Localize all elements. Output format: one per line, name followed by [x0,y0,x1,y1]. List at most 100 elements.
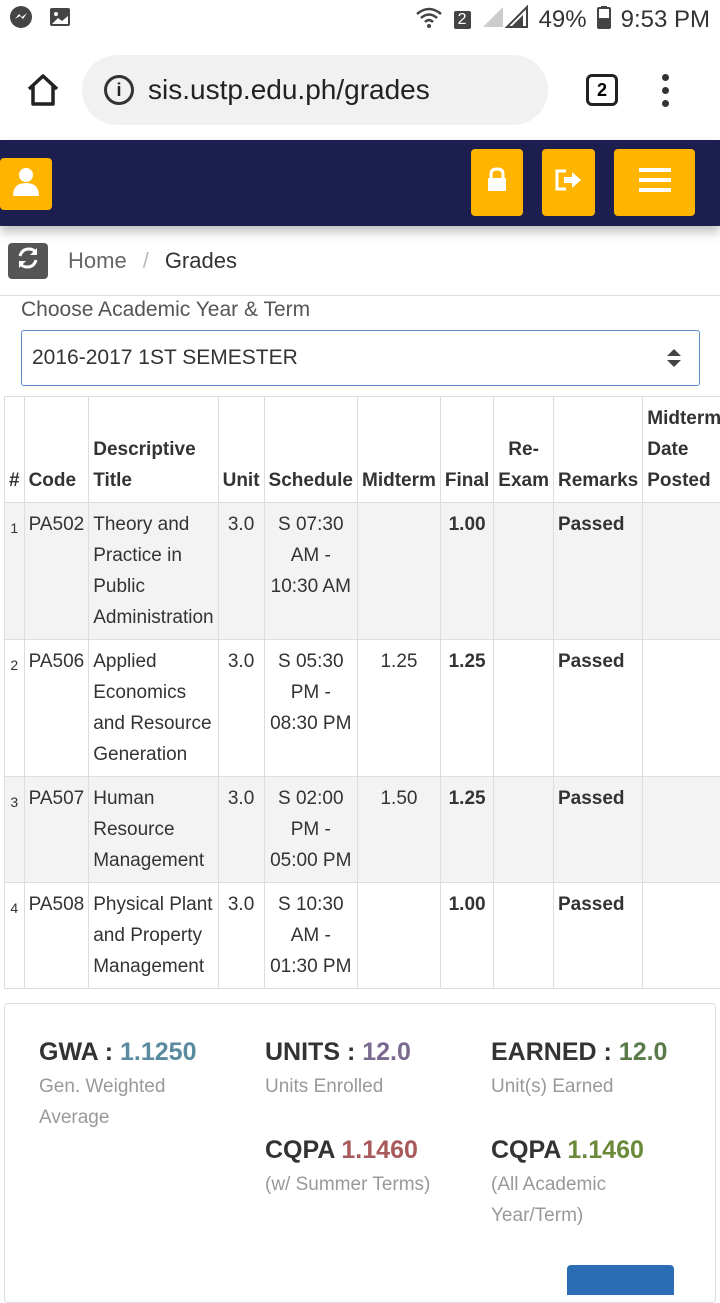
col-header-unit: Unit [218,397,264,503]
cell-midterm: 1.50 [358,777,441,883]
url-text: sis.ustp.edu.ph/grades [148,74,430,106]
gwa-label: GWA : [39,1038,113,1066]
cqpa-summer-caption: (w/ Summer Terms) [265,1169,465,1200]
units-value: 12.0 [362,1038,411,1066]
earned-label: EARNED : [491,1038,612,1066]
cell-midterm-date [643,883,720,989]
cqpa-summer-label: CQPA [265,1136,334,1164]
wifi-icon [414,5,444,36]
cell-num: 4 [5,883,25,989]
cell-reexam [494,503,554,640]
address-bar[interactable]: i sis.ustp.edu.ph/grades [82,55,548,125]
gwa-summary: GWA : 1.1250 Gen. Weighted Average [39,1038,239,1133]
cell-reexam [494,777,554,883]
col-header-midterm: Midterm [358,397,441,503]
earned-caption: Unit(s) Earned [491,1071,691,1102]
cell-title: Theory and Practice in Public Administra… [89,503,218,640]
image-icon [48,5,72,36]
cell-midterm [358,883,441,989]
cell-remarks: Passed [553,503,642,640]
overflow-menu-icon[interactable] [662,74,669,107]
user-icon [11,166,41,203]
summary-panel: GWA : 1.1250 Gen. Weighted Average UNITS… [4,1003,716,1303]
term-select-value: 2016-2017 1ST SEMESTER [32,346,298,370]
cell-midterm-date [643,777,720,883]
gwa-value: 1.1250 [120,1038,196,1066]
breadcrumb-current: Grades [165,248,237,274]
home-icon[interactable] [16,63,70,117]
cell-midterm-date [643,503,720,640]
cell-midterm [358,503,441,640]
col-header-midterm-date: Midterm Date Posted [643,397,720,503]
cell-schedule: S 05:30 PM - 08:30 PM [264,640,357,777]
cell-unit: 3.0 [218,503,264,640]
table-row: 1PA502Theory and Practice in Public Admi… [5,503,720,640]
term-select[interactable]: 2016-2017 1ST SEMESTER [21,330,700,386]
cqpa-summer-summary: CQPA 1.1460 (w/ Summer Terms) [265,1136,465,1200]
site-navbar [0,140,720,226]
cell-schedule: S 10:30 AM - 01:30 PM [264,883,357,989]
lock-icon [486,167,508,198]
col-header-reexam: Re-Exam [494,397,554,503]
messenger-icon [8,4,34,37]
refresh-icon [16,246,40,276]
cell-title: Physical Plant and Property Management [89,883,218,989]
logout-button[interactable] [542,149,595,216]
signal-icon [481,5,529,36]
cqpa-all-caption: (All Academic Year/Term) [491,1169,681,1231]
cell-code: PA502 [24,503,89,640]
col-header-schedule: Schedule [264,397,357,503]
table-row: 2PA506Applied Economics and Resource Gen… [5,640,720,777]
cell-remarks: Passed [553,883,642,989]
breadcrumb: Home / Grades [0,226,720,296]
cell-final: 1.00 [440,503,493,640]
term-selector-label: Choose Academic Year & Term [0,296,720,326]
status-bar: 2 49% 9:53 PM [0,0,720,40]
notification-badge: 2 [454,11,471,29]
units-caption: Units Enrolled [265,1071,465,1102]
tab-switcher-button[interactable]: 2 [586,74,618,106]
cell-remarks: Passed [553,777,642,883]
lock-button[interactable] [471,149,523,216]
cell-midterm-date [643,640,720,777]
browser-toolbar: i sis.ustp.edu.ph/grades 2 [0,40,720,140]
breadcrumb-home-link[interactable]: Home [68,248,127,274]
cell-num: 1 [5,503,25,640]
profile-button[interactable] [0,158,52,210]
cell-num: 2 [5,640,25,777]
cell-code: PA507 [24,777,89,883]
hamburger-menu-button[interactable] [614,149,695,216]
table-row: 3PA507Human Resource Management3.0S 02:0… [5,777,720,883]
cell-unit: 3.0 [218,883,264,989]
battery-icon [597,5,611,36]
table-row: 4PA508Physical Plant and Property Manage… [5,883,720,989]
cell-title: Human Resource Management [89,777,218,883]
earned-summary: EARNED : 12.0 Unit(s) Earned [491,1038,691,1102]
action-button[interactable] [567,1265,674,1295]
refresh-button[interactable] [8,243,48,279]
cell-num: 3 [5,777,25,883]
battery-percent: 49% [539,6,587,34]
cell-code: PA506 [24,640,89,777]
cqpa-summer-value: 1.1460 [341,1136,417,1164]
info-icon[interactable]: i [104,75,134,105]
cqpa-all-value: 1.1460 [567,1136,643,1164]
units-summary: UNITS : 12.0 Units Enrolled [265,1038,465,1102]
cell-final: 1.25 [440,640,493,777]
col-header-title: Descriptive Title [89,397,218,503]
gwa-caption: Gen. Weighted Average [39,1071,239,1133]
cell-final: 1.25 [440,777,493,883]
cell-remarks: Passed [553,640,642,777]
grades-table: # Code Descriptive Title Unit Schedule M… [4,396,720,989]
units-label: UNITS : [265,1038,355,1066]
cell-final: 1.00 [440,883,493,989]
logout-icon [554,168,584,197]
cell-schedule: S 07:30 AM - 10:30 AM [264,503,357,640]
col-header-code: Code [24,397,89,503]
col-header-remarks: Remarks [553,397,642,503]
cell-code: PA508 [24,883,89,989]
cell-unit: 3.0 [218,640,264,777]
clock: 9:53 PM [621,6,710,34]
cell-title: Applied Economics and Resource Generatio… [89,640,218,777]
cell-schedule: S 02:00 PM - 05:00 PM [264,777,357,883]
